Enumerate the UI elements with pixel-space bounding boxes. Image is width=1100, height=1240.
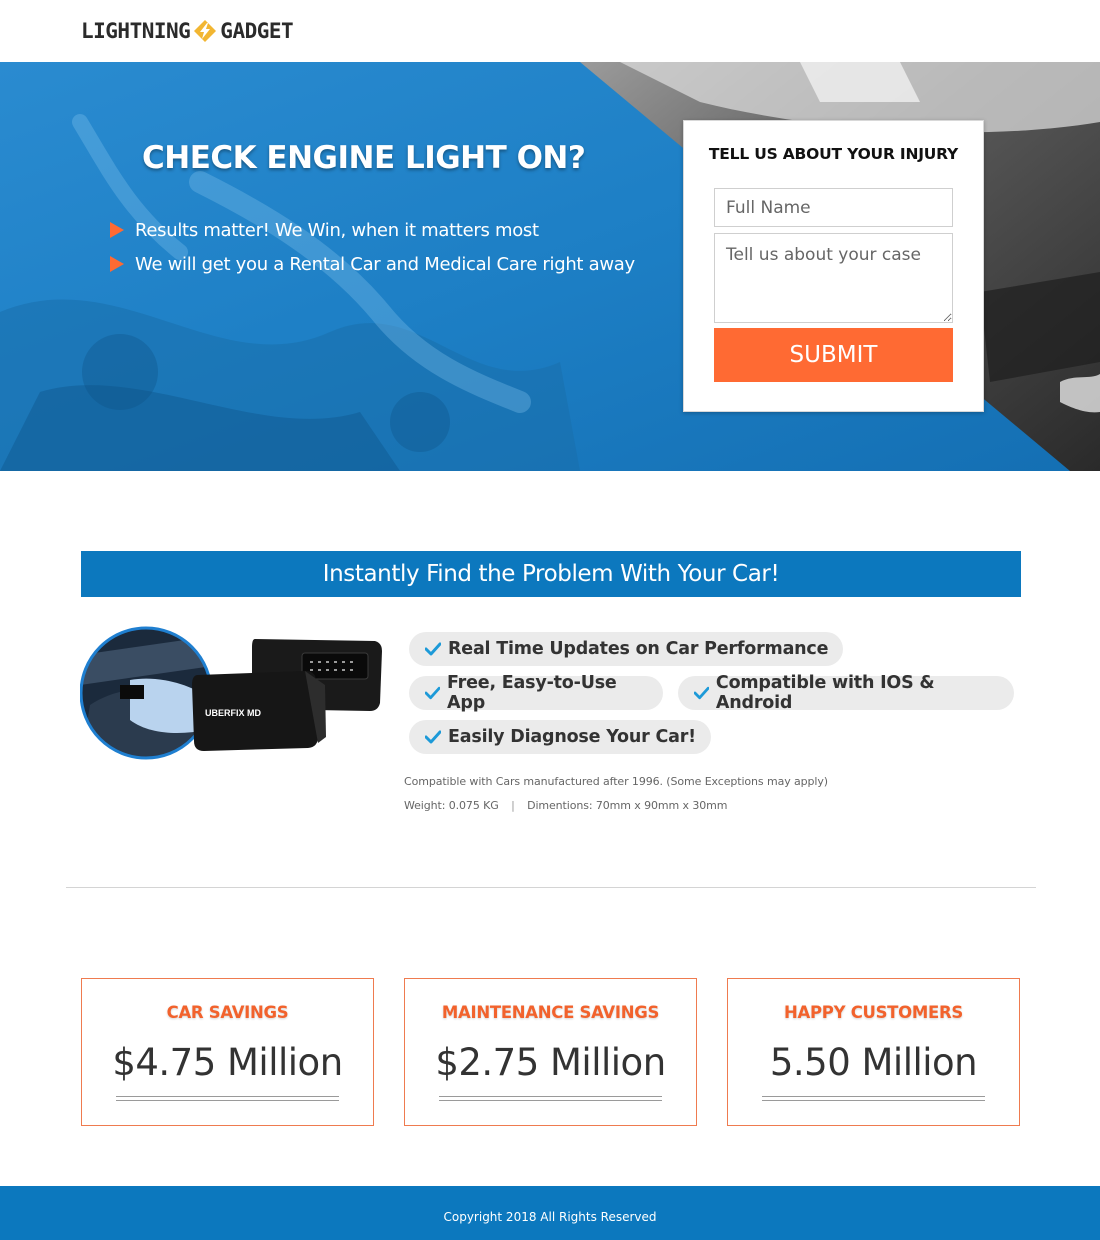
hero-title: CHECK ENGINE LIGHT ON? xyxy=(142,140,586,176)
section-divider xyxy=(66,887,1036,888)
hero-bullet: Results matter! We Win, when it matters … xyxy=(110,213,635,247)
form-title: TELL US ABOUT YOUR INJURY xyxy=(708,145,959,163)
weight-spec: Weight: 0.075 KG xyxy=(404,799,499,812)
lightning-logo-icon xyxy=(194,20,217,42)
features-banner: Instantly Find the Problem With Your Car… xyxy=(81,551,1021,597)
stat-label: CAR SAVINGS xyxy=(166,1003,289,1022)
site-header: LIGHTNING GADGET xyxy=(0,0,1100,62)
triangle-arrow-icon xyxy=(110,222,124,238)
stat-value: 5.50 Million xyxy=(769,1041,978,1084)
stat-label: HAPPY CUSTOMERS xyxy=(784,1003,963,1022)
injury-form: TELL US ABOUT YOUR INJURY SUBMIT xyxy=(683,120,984,412)
hero-bullet-text: We will get you a Rental Car and Medical… xyxy=(135,253,635,275)
feature-chip: Free, Easy-to-Use App xyxy=(409,673,663,713)
logo[interactable]: LIGHTNING GADGET xyxy=(81,18,294,44)
stat-value: $2.75 Million xyxy=(435,1041,666,1084)
copyright-text: Copyright 2018 All Rights Reserved xyxy=(443,1210,657,1224)
stat-underline xyxy=(116,1096,339,1101)
logo-text-right: GADGET xyxy=(220,19,294,43)
stat-label: MAINTENANCE SAVINGS xyxy=(441,1003,660,1022)
checkmark-icon xyxy=(425,642,441,656)
obd-device-product-image: UBERFIX MD xyxy=(80,626,382,760)
stat-value: $4.75 Million xyxy=(112,1041,343,1084)
hero-bullet-text: Results matter! We Win, when it matters … xyxy=(135,219,539,241)
feature-chip: Easily Diagnose Your Car! xyxy=(409,720,711,754)
hero-bullet-list: Results matter! We Win, when it matters … xyxy=(110,213,635,281)
case-description-input[interactable] xyxy=(714,233,953,323)
feature-chip-label: Compatible with IOS & Android xyxy=(715,673,935,713)
stat-underline xyxy=(439,1096,662,1101)
triangle-arrow-icon xyxy=(110,256,124,272)
checkmark-icon xyxy=(425,686,441,700)
logo-text-left: LIGHTNING xyxy=(81,19,191,43)
feature-chip-label: Real Time Updates on Car Performance xyxy=(448,639,829,659)
feature-chip-label: Free, Easy-to-Use App xyxy=(447,673,617,713)
checkmark-icon xyxy=(693,686,709,700)
feature-chip: Real Time Updates on Car Performance xyxy=(409,632,844,666)
spec-separator: | xyxy=(511,799,515,812)
stat-underline xyxy=(762,1096,985,1101)
feature-chip-list: Real Time Updates on Car Performance Fre… xyxy=(409,632,1029,764)
product-specs: Weight: 0.075 KG | Dimentions: 70mm x 90… xyxy=(404,799,727,812)
hero-bullet: We will get you a Rental Car and Medical… xyxy=(110,247,635,281)
feature-chip-label: Easily Diagnose Your Car! xyxy=(448,727,696,747)
site-footer: Copyright 2018 All Rights Reserved xyxy=(0,1186,1100,1240)
feature-chip: Compatible with IOS & Android xyxy=(677,673,1014,713)
product-brand-label: UBERFIX MD xyxy=(205,708,262,718)
hero-section: CHECK ENGINE LIGHT ON? Results matter! W… xyxy=(0,62,1100,471)
stat-card-maintenance-savings: MAINTENANCE SAVINGS $2.75 Million xyxy=(404,978,697,1126)
full-name-input[interactable] xyxy=(714,188,953,227)
stat-card-happy-customers: HAPPY CUSTOMERS 5.50 Million xyxy=(727,978,1020,1126)
checkmark-icon xyxy=(425,730,441,744)
stat-card-car-savings: CAR SAVINGS $4.75 Million xyxy=(81,978,374,1126)
dimensions-spec: Dimentions: 70mm x 90mm x 30mm xyxy=(527,799,728,812)
submit-button[interactable]: SUBMIT xyxy=(714,328,953,382)
compatibility-note: Compatible with Cars manufactured after … xyxy=(404,775,828,788)
